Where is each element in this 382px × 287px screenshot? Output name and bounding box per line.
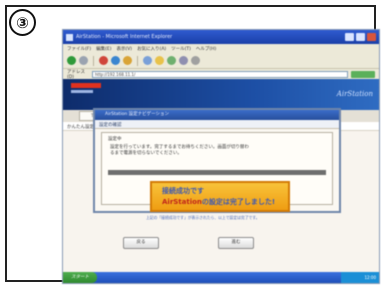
status-message: 設定を行っています。完了するまでお待ちください。画面が切り替わるまで電源を切らな… xyxy=(110,145,249,156)
refresh-icon[interactable] xyxy=(111,56,120,65)
address-bar: アドレス(D) http://192.168.11.1/ xyxy=(63,69,379,80)
print-icon[interactable] xyxy=(191,56,200,65)
maximize-icon[interactable] xyxy=(356,33,365,41)
setup-dialog: AirStation 設定ナビゲーション 設定の確認 設定中 設定を行っています… xyxy=(93,108,341,220)
go-button[interactable] xyxy=(351,70,375,78)
menu-item-favorites[interactable]: お気に入り(A) xyxy=(137,46,166,52)
back-button[interactable]: 戻る xyxy=(123,237,159,249)
browser-toolbar xyxy=(63,53,379,69)
dialog-body: 設定中 設定を行っています。完了するまでお待ちください。画面が切り替わるまで電源… xyxy=(101,132,333,220)
history-icon[interactable] xyxy=(167,56,176,65)
search-icon[interactable] xyxy=(143,56,152,65)
toolbar-separator xyxy=(93,55,94,66)
banner-caption: 上記の「接続成功です」が表示されたら、以上で設定は完了です。 xyxy=(146,215,260,220)
mail-icon[interactable] xyxy=(179,56,188,65)
menu-item-tools[interactable]: ツール(T) xyxy=(171,46,191,52)
banner-line2-rest: の設定は完了しました! xyxy=(201,198,276,206)
banner-product: AirStation xyxy=(162,198,202,206)
menu-bar: ファイル(F) 編集(E) 表示(V) お気に入り(A) ツール(T) ヘルプ(… xyxy=(63,44,379,53)
banner-line1: 接続成功です xyxy=(162,187,204,195)
status-box-label: 設定中 xyxy=(108,137,122,142)
menu-item-view[interactable]: 表示(V) xyxy=(116,46,132,52)
brand-name: AirStation xyxy=(336,90,373,98)
figure-frame: ③ AirStation - Microsoft Internet Explor… xyxy=(5,5,380,284)
close-icon[interactable] xyxy=(367,33,376,41)
dialog-subtitle: 設定の確認 xyxy=(95,120,339,129)
menu-item-file[interactable]: ファイル(F) xyxy=(67,46,91,52)
taskbar: スタート 12:00 xyxy=(63,272,379,283)
forward-icon[interactable] xyxy=(79,56,88,65)
brand-logo-sub xyxy=(71,90,93,93)
step-number-badge: ③ xyxy=(9,9,36,36)
site-header: AirStation xyxy=(63,79,379,110)
menu-item-edit[interactable]: 編集(E) xyxy=(96,46,111,52)
start-button[interactable]: スタート xyxy=(63,272,97,283)
ie-icon xyxy=(66,33,73,41)
status-strip xyxy=(108,170,326,175)
back-icon[interactable] xyxy=(67,56,76,65)
browser-window: AirStation - Microsoft Internet Explorer… xyxy=(62,29,380,284)
dialog-title: AirStation 設定ナビゲーション xyxy=(95,110,339,120)
address-input[interactable]: http://192.168.11.1/ xyxy=(92,70,348,78)
toolbar-separator xyxy=(137,55,138,66)
home-icon[interactable] xyxy=(123,56,132,65)
favorites-icon[interactable] xyxy=(155,56,164,65)
success-banner: 接続成功です AirStationの設定は完了しました! xyxy=(150,181,290,212)
stop-icon[interactable] xyxy=(99,56,108,65)
next-button[interactable]: 進む xyxy=(218,237,254,249)
brand-logo xyxy=(71,83,101,88)
window-title: AirStation - Microsoft Internet Explorer xyxy=(76,34,173,40)
menu-item-help[interactable]: ヘルプ(H) xyxy=(196,46,216,52)
banner-line2: AirStationの設定は完了しました! xyxy=(162,197,288,207)
window-titlebar: AirStation - Microsoft Internet Explorer xyxy=(63,30,379,44)
system-tray: 12:00 xyxy=(341,272,379,283)
address-label: アドレス(D) xyxy=(67,69,85,80)
minimize-icon[interactable] xyxy=(345,33,354,41)
